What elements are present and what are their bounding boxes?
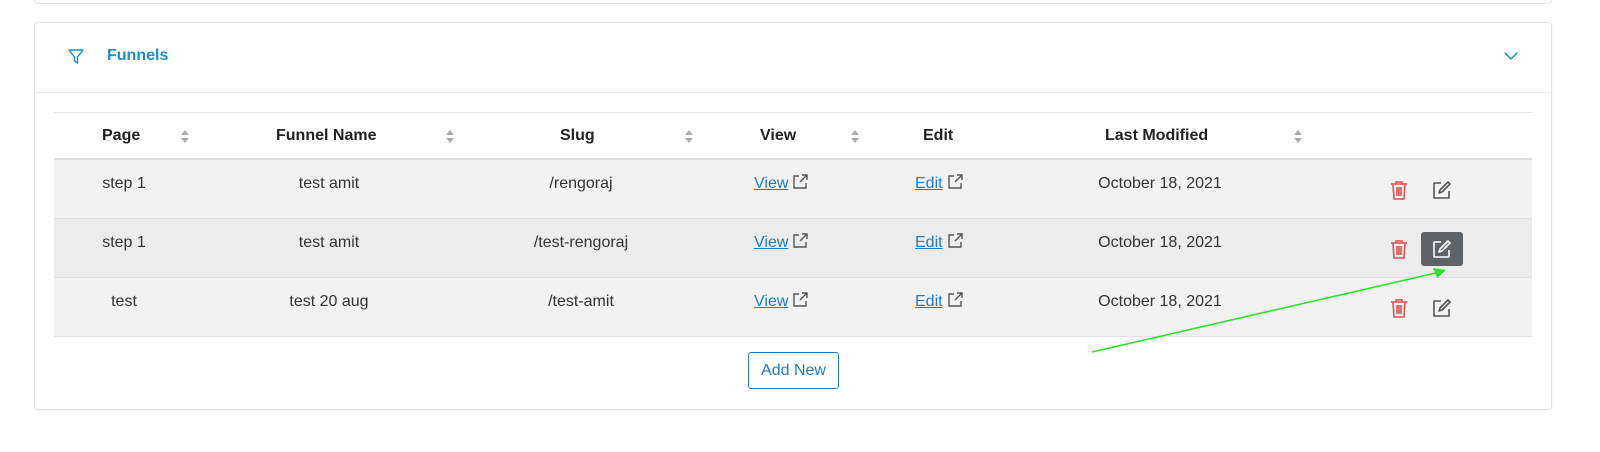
- cell-funnel-name: test 20 aug: [289, 293, 369, 310]
- cell-edit: Edit: [915, 160, 975, 208]
- table-row: test test 20 aug /test-amit View Edit Oc…: [54, 278, 1532, 337]
- cell-last-modified: October 18, 2021: [1098, 234, 1222, 251]
- edit-button[interactable]: [1421, 232, 1463, 266]
- external-link-icon[interactable]: [792, 291, 809, 308]
- sort-icon[interactable]: [1293, 129, 1303, 144]
- table-header: Page Funnel Name Slug View Edit Last Mod…: [54, 112, 1532, 160]
- cell-page: step 1: [102, 234, 146, 251]
- filter-icon: [68, 49, 84, 64]
- cell-slug: /rengoraj: [549, 175, 613, 192]
- cell-slug: /test-rengoraj: [533, 234, 629, 251]
- edit-link[interactable]: Edit: [915, 175, 943, 192]
- cell-last-modified: October 18, 2021: [1098, 293, 1222, 310]
- sort-icon[interactable]: [684, 129, 694, 144]
- sort-icon[interactable]: [180, 129, 190, 144]
- sort-icon[interactable]: [850, 129, 860, 144]
- table-row: step 1 test amit /rengoraj View Edit Oct…: [54, 160, 1532, 219]
- edit-button[interactable]: [1421, 291, 1463, 325]
- edit-button[interactable]: [1421, 173, 1463, 207]
- cell-funnel-name: test amit: [298, 234, 360, 251]
- cell-last-modified: October 18, 2021: [1098, 175, 1222, 192]
- cell-view: View: [754, 278, 814, 326]
- edit-link[interactable]: Edit: [915, 293, 943, 310]
- external-link-icon[interactable]: [792, 173, 809, 190]
- external-link-icon[interactable]: [792, 232, 809, 249]
- header-edit: Edit: [923, 127, 954, 144]
- delete-icon[interactable]: [1390, 298, 1408, 318]
- external-link-icon[interactable]: [947, 173, 964, 190]
- previous-panel-edge: [34, 0, 1552, 4]
- pencil-square-icon: [1433, 181, 1451, 199]
- cell-view: View: [754, 219, 814, 267]
- pencil-square-icon: [1433, 240, 1451, 258]
- header-funnel-name[interactable]: Funnel Name: [276, 113, 376, 159]
- edit-link[interactable]: Edit: [915, 234, 943, 251]
- cell-edit: Edit: [915, 278, 975, 326]
- header-page[interactable]: Page: [102, 113, 140, 159]
- cell-page: step 1: [102, 175, 146, 192]
- header-slug[interactable]: Slug: [560, 113, 595, 159]
- table-row: step 1 test amit /test-rengoraj View Edi…: [54, 219, 1532, 278]
- add-new-button[interactable]: Add New: [748, 352, 839, 389]
- external-link-icon[interactable]: [947, 232, 964, 249]
- cell-page: test: [111, 293, 137, 310]
- view-link[interactable]: View: [754, 293, 788, 310]
- header-view[interactable]: View: [760, 113, 796, 159]
- delete-icon[interactable]: [1390, 239, 1408, 259]
- cell-funnel-name: test amit: [298, 175, 360, 192]
- cell-edit: Edit: [915, 219, 975, 267]
- header-last-modified[interactable]: Last Modified: [1105, 113, 1208, 159]
- cell-slug: /test-amit: [548, 293, 614, 310]
- delete-icon[interactable]: [1390, 180, 1408, 200]
- chevron-down-icon[interactable]: [1503, 49, 1519, 63]
- funnels-panel: Funnels Page Funnel Name Slug View Edit …: [34, 22, 1552, 410]
- funnels-table: Page Funnel Name Slug View Edit Last Mod…: [54, 112, 1532, 337]
- view-link[interactable]: View: [754, 234, 788, 251]
- cell-view: View: [754, 160, 814, 208]
- sort-icon[interactable]: [445, 129, 455, 144]
- panel-header[interactable]: Funnels: [35, 23, 1551, 93]
- view-link[interactable]: View: [754, 175, 788, 192]
- external-link-icon[interactable]: [947, 291, 964, 308]
- pencil-square-icon: [1433, 299, 1451, 317]
- panel-title: Funnels: [107, 47, 169, 64]
